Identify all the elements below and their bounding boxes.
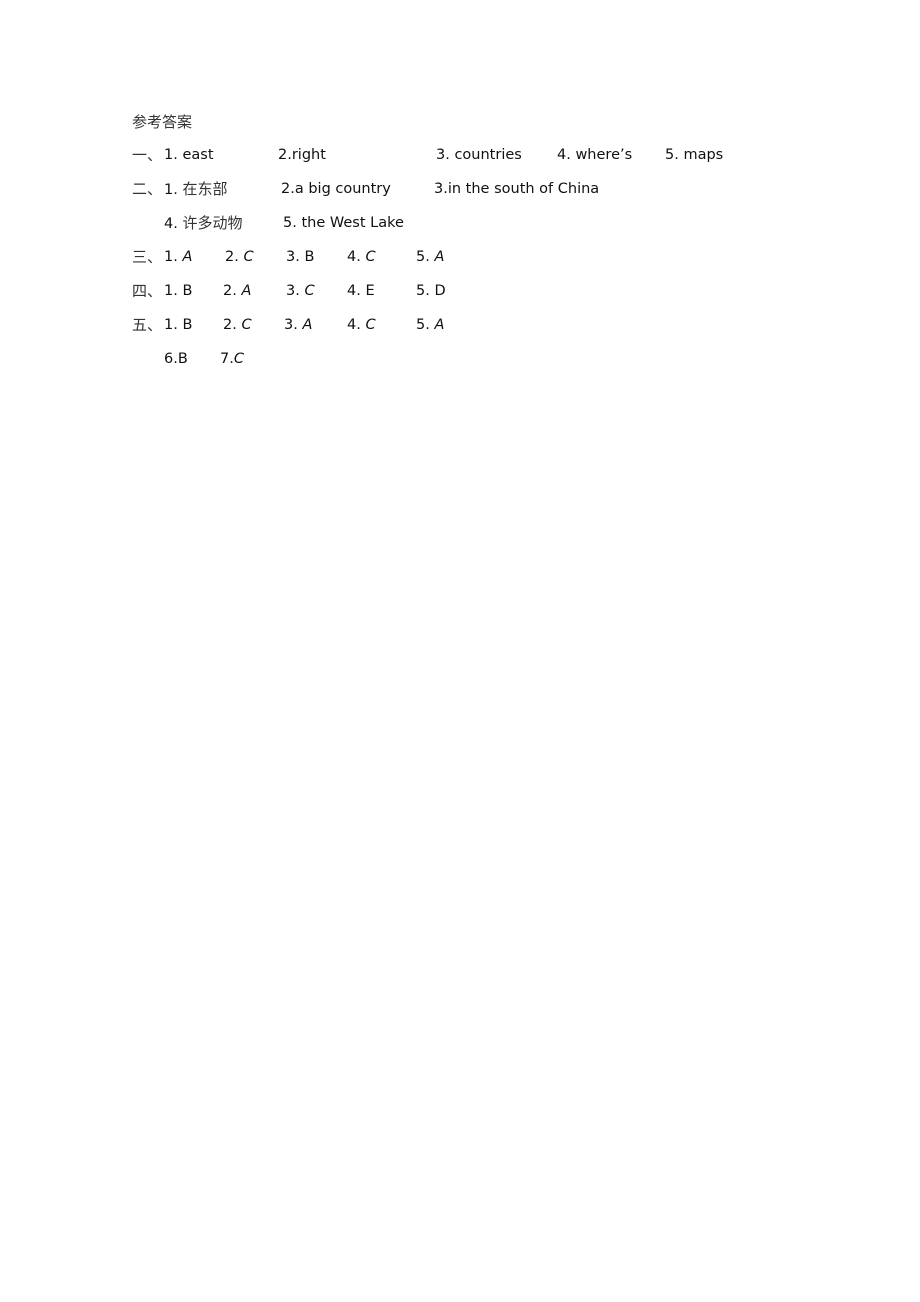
answer-item: 3. A: [284, 313, 312, 337]
answer-item: 2. A: [223, 279, 251, 303]
item-answer: C: [365, 249, 376, 265]
answer-item: 4. 许多动物: [164, 211, 242, 236]
item-answer: C: [304, 283, 315, 299]
item-number: 1.: [164, 283, 178, 299]
item-answer: maps: [683, 147, 724, 163]
item-answer: C: [243, 249, 254, 265]
item-number: 2.: [225, 249, 239, 265]
item-number: 3.: [284, 317, 298, 333]
item-number: 4.: [347, 249, 361, 265]
answer-item: 2.a big country: [281, 177, 391, 201]
item-number: 4.: [347, 283, 361, 299]
item-answer: D: [434, 283, 446, 299]
answer-item: 6.B: [164, 347, 188, 371]
item-number: 5.: [665, 147, 679, 163]
item-answer: east: [182, 147, 214, 163]
item-answer: B: [182, 283, 193, 299]
section-marker: 二、: [132, 180, 163, 198]
item-number: 6.: [164, 351, 178, 367]
item-number: 2.: [223, 317, 237, 333]
item-answer: 许多动物: [182, 214, 243, 232]
section-4-row-1: 四、 1. B 2. A 3. C 4. E 5. D: [132, 279, 832, 303]
answer-item: 7.C: [220, 347, 244, 371]
answer-item: 3. B: [286, 245, 314, 269]
item-answer: E: [365, 283, 375, 299]
section-1-row-1: 一、 1. east 2.right 3. countries 4. where…: [132, 143, 832, 167]
item-answer: a big country: [294, 181, 391, 197]
item-number: 1.: [164, 182, 178, 198]
item-number: 2.: [281, 181, 295, 197]
item-number: 3.: [434, 181, 448, 197]
section-2-row-1: 二、 1. 在东部 2.a big country 3.in the south…: [132, 177, 832, 201]
answer-item: 5. A: [416, 245, 444, 269]
item-number: 3.: [286, 283, 300, 299]
item-number: 7.: [220, 351, 234, 367]
answer-item: 5. D: [416, 279, 446, 303]
item-answer: countries: [454, 147, 522, 163]
item-answer: C: [233, 351, 244, 367]
answer-item: 1. B: [164, 313, 192, 337]
item-answer: A: [182, 249, 193, 265]
answer-item: 1. A: [164, 245, 192, 269]
answer-item: 3.in the south of China: [434, 177, 599, 201]
item-answer: B: [182, 317, 193, 333]
item-number: 3.: [436, 147, 450, 163]
answer-item: 1. 在东部: [164, 177, 227, 202]
answer-item: 3. C: [286, 279, 315, 303]
item-answer: in the south of China: [447, 181, 600, 197]
item-number: 2.: [278, 147, 292, 163]
section-marker: 一、: [132, 146, 163, 164]
answer-item: 4. C: [347, 313, 376, 337]
answer-item: 2.right: [278, 143, 326, 167]
item-answer: 在东部: [182, 180, 228, 198]
item-answer: the West Lake: [301, 215, 404, 231]
item-answer: B: [304, 249, 315, 265]
item-number: 3.: [286, 249, 300, 265]
answer-item: 4. C: [347, 245, 376, 269]
item-answer: B: [177, 351, 188, 367]
answer-item: 2. C: [223, 313, 252, 337]
answer-item: 4. E: [347, 279, 375, 303]
item-number: 1.: [164, 249, 178, 265]
answer-item: 5. A: [416, 313, 444, 337]
answer-item: 4. where’s: [557, 143, 632, 167]
item-answer: A: [241, 283, 252, 299]
item-number: 5.: [416, 283, 430, 299]
answer-key-title: 参考答案: [132, 113, 193, 131]
item-answer: A: [302, 317, 313, 333]
item-number: 1.: [164, 317, 178, 333]
item-number: 4.: [557, 147, 571, 163]
section-3-row-1: 三、 1. A 2. C 3. B 4. C 5. A: [132, 245, 832, 269]
answer-item: 1. B: [164, 279, 192, 303]
section-5-row-2: 6.B 7.C: [132, 347, 832, 371]
answer-item: 5. the West Lake: [283, 211, 404, 235]
item-number: 1.: [164, 147, 178, 163]
section-5-row-1: 五、 1. B 2. C 3. A 4. C 5. A: [132, 313, 832, 337]
answer-item: 3. countries: [436, 143, 522, 167]
item-answer: A: [434, 317, 445, 333]
document-page: 参考答案 一、 1. east 2.right 3. countries 4. …: [0, 0, 920, 1302]
section-marker: 五、: [132, 316, 163, 334]
item-answer: A: [434, 249, 445, 265]
item-answer: right: [291, 147, 326, 163]
item-number: 2.: [223, 283, 237, 299]
answer-item: 2. C: [225, 245, 254, 269]
section-marker: 三、: [132, 248, 163, 266]
item-number: 4.: [347, 317, 361, 333]
item-number: 5.: [416, 249, 430, 265]
section-2-row-2: 4. 许多动物 5. the West Lake: [132, 211, 832, 235]
section-marker: 四、: [132, 282, 163, 300]
item-number: 4.: [164, 216, 178, 232]
item-number: 5.: [416, 317, 430, 333]
item-answer: C: [365, 317, 376, 333]
answer-item: 5. maps: [665, 143, 723, 167]
item-number: 5.: [283, 215, 297, 231]
item-answer: where’s: [575, 147, 633, 163]
answer-item: 1. east: [164, 143, 214, 167]
item-answer: C: [241, 317, 252, 333]
